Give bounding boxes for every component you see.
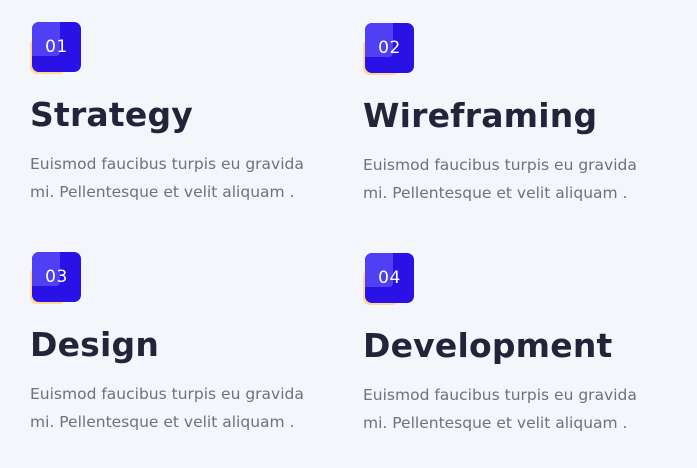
feature-card-design: 03 Design Euismod faucibus turpis eu gra… bbox=[30, 252, 350, 436]
step-number: 03 bbox=[45, 267, 68, 287]
step-badge-icon: 02 bbox=[363, 23, 415, 75]
step-badge-icon: 01 bbox=[30, 22, 82, 74]
feature-description: Euismod faucibus turpis eu gravida mi. P… bbox=[363, 386, 637, 432]
feature-title: Design bbox=[30, 325, 160, 364]
feature-title: Development bbox=[363, 326, 613, 365]
feature-card-development: 04 Development Euismod faucibus turpis e… bbox=[363, 253, 683, 437]
feature-card-wireframing: 02 Wireframing Euismod faucibus turpis e… bbox=[363, 23, 683, 207]
step-number: 01 bbox=[45, 37, 68, 57]
step-number: 04 bbox=[378, 268, 401, 288]
step-badge-icon: 04 bbox=[363, 253, 415, 305]
feature-title: Wireframing bbox=[363, 96, 598, 135]
features-grid: 01 Strategy Euismod faucibus turpis eu g… bbox=[0, 0, 697, 468]
feature-description: Euismod faucibus turpis eu gravida mi. P… bbox=[30, 155, 304, 201]
step-number: 02 bbox=[378, 38, 401, 58]
feature-title: Strategy bbox=[30, 95, 193, 134]
feature-card-strategy: 01 Strategy Euismod faucibus turpis eu g… bbox=[30, 22, 350, 206]
feature-description: Euismod faucibus turpis eu gravida mi. P… bbox=[30, 385, 304, 431]
feature-description: Euismod faucibus turpis eu gravida mi. P… bbox=[363, 156, 637, 202]
step-badge-icon: 03 bbox=[30, 252, 82, 304]
